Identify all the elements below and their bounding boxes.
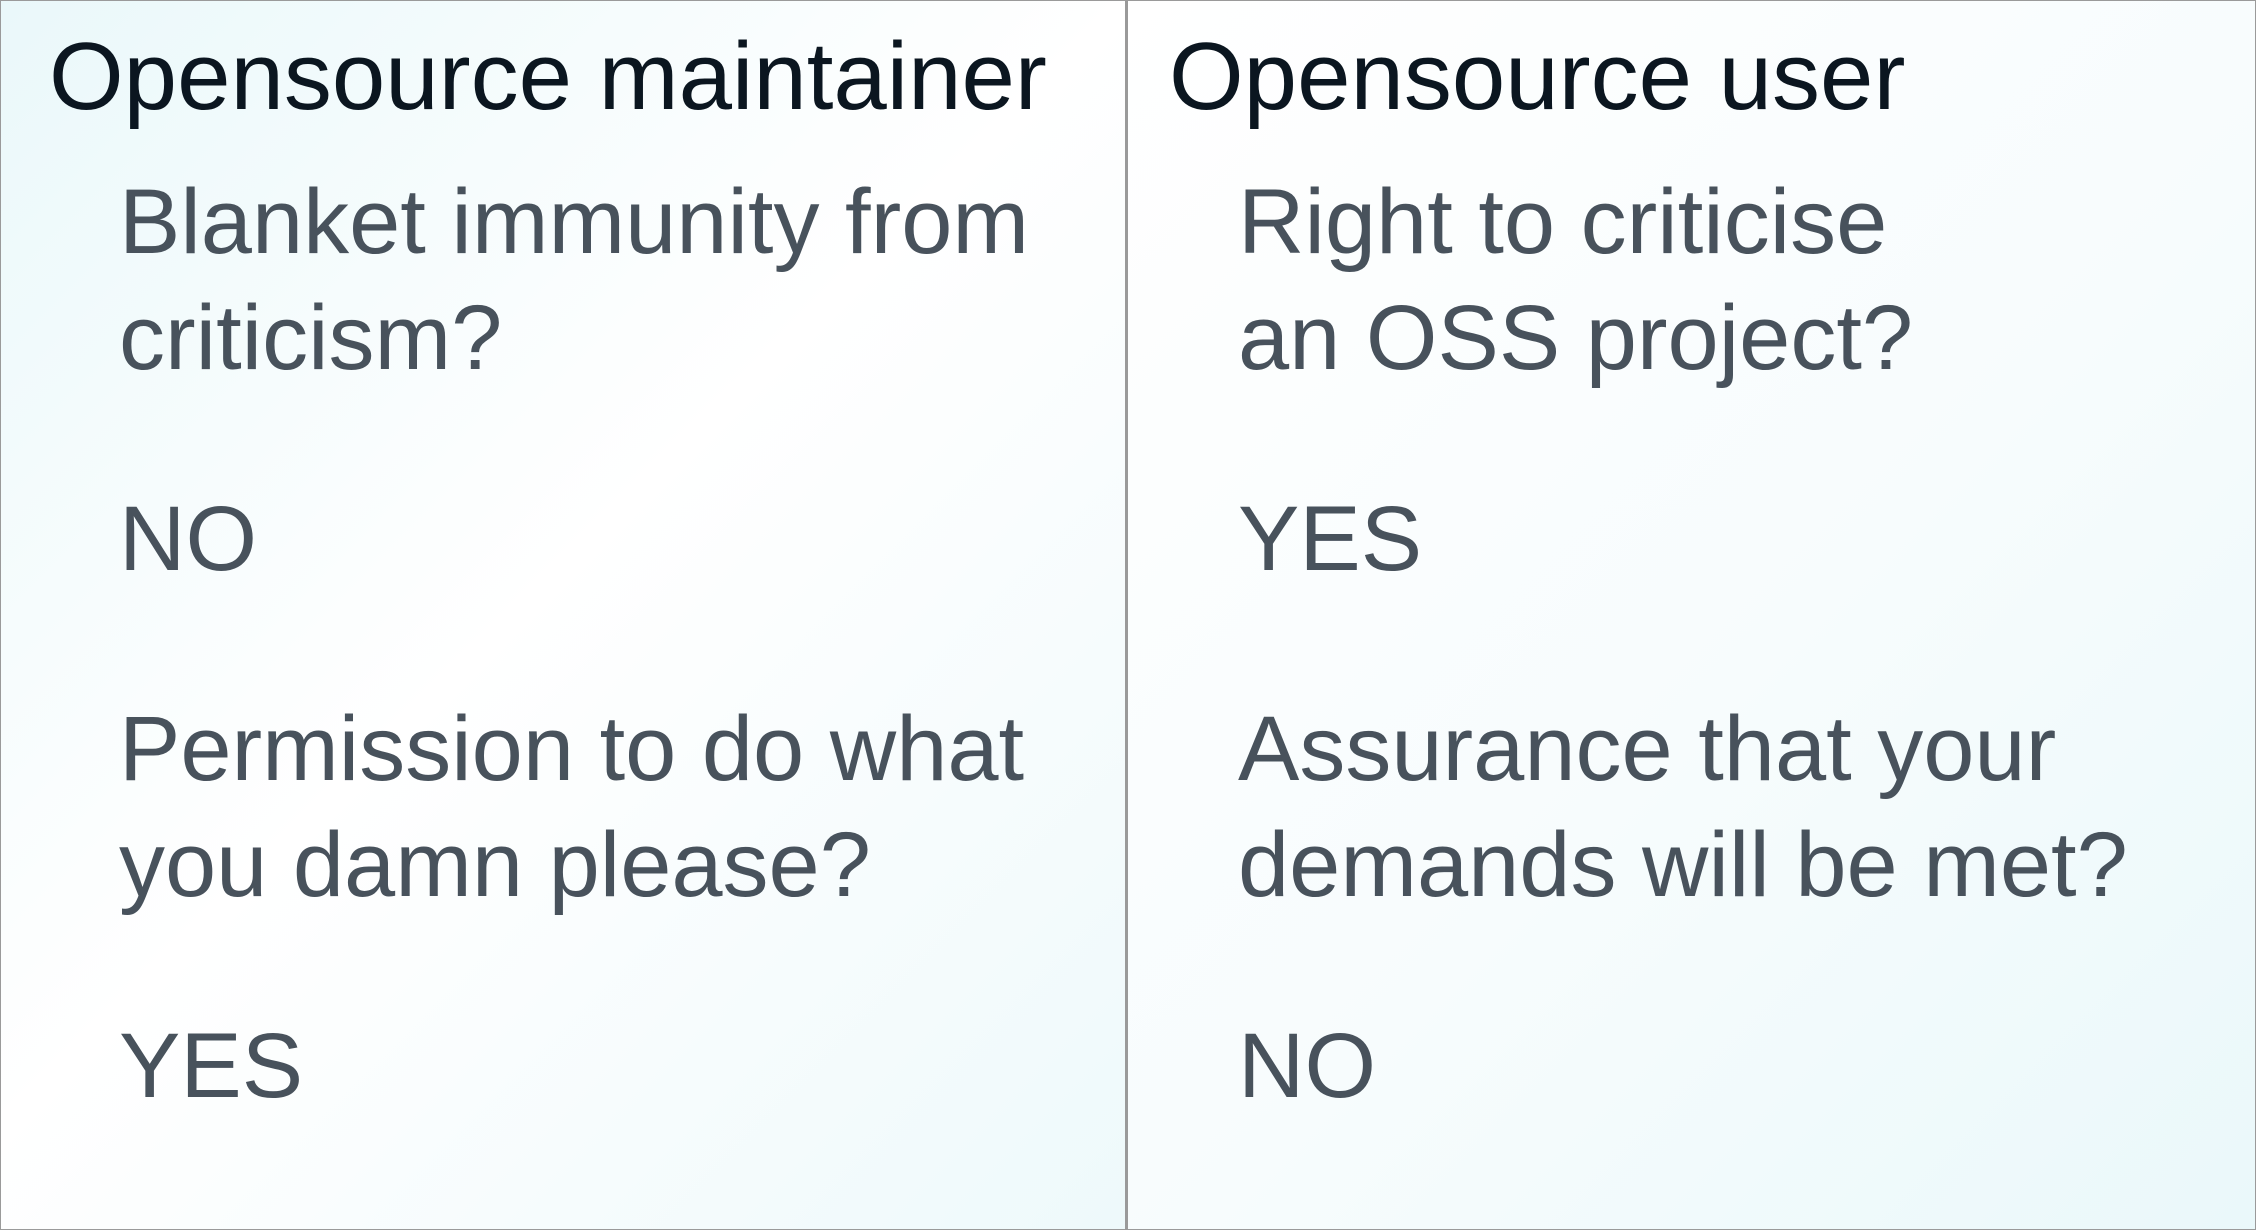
user-question-criticise: Right to criticise an OSS project? <box>1238 164 1913 396</box>
question-line: an OSS project? <box>1238 287 1914 389</box>
question-line: you damn please? <box>119 814 871 916</box>
question-line: Blanket immunity from <box>119 171 1030 273</box>
question-line: Permission to do what <box>119 698 1025 800</box>
user-answer-assurance: NO <box>1238 1008 1376 1124</box>
answer-text: NO <box>1238 1015 1376 1117</box>
answer-text: NO <box>119 488 257 590</box>
user-heading: Opensource user <box>1169 23 1906 130</box>
maintainer-answer-immunity: NO <box>119 481 257 597</box>
user-column: Opensource user Right to criticise an OS… <box>1128 1 2255 1229</box>
user-question-assurance: Assurance that your demands will be met? <box>1238 691 2128 923</box>
user-answer-criticise: YES <box>1238 481 1422 597</box>
answer-text: YES <box>119 1015 304 1117</box>
question-line: Assurance that your <box>1238 698 2057 800</box>
maintainer-heading: Opensource maintainer <box>49 23 1047 130</box>
maintainer-answer-permission: YES <box>119 1008 303 1124</box>
question-line: demands will be met? <box>1238 814 2128 916</box>
question-line: criticism? <box>119 287 503 389</box>
answer-text: YES <box>1238 488 1423 590</box>
question-line: Right to criticise <box>1238 171 1888 273</box>
maintainer-column: Opensource maintainer Blanket immunity f… <box>1 1 1128 1229</box>
comparison-board: Opensource maintainer Blanket immunity f… <box>0 0 2256 1230</box>
maintainer-question-permission: Permission to do what you damn please? <box>119 691 1024 923</box>
maintainer-question-immunity: Blanket immunity from criticism? <box>119 164 1029 396</box>
